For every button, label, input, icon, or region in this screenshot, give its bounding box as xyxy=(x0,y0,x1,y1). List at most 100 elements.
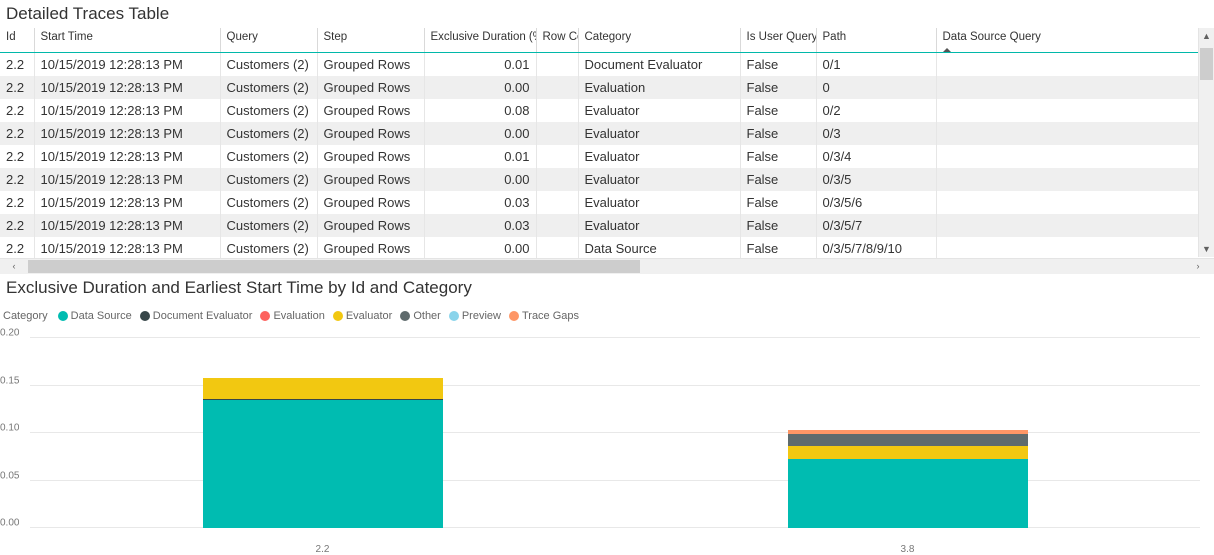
cell-path: 0 xyxy=(816,76,936,99)
cell-query: Customers (2) xyxy=(220,214,317,237)
legend-item-label: Other xyxy=(413,310,441,322)
horizontal-scrollbar-thumb[interactable] xyxy=(28,260,640,273)
cell-query: Customers (2) xyxy=(220,145,317,168)
cell-start_time: 10/15/2019 12:28:13 PM xyxy=(34,99,220,122)
table-horizontal-scrollbar[interactable]: ‹ › xyxy=(0,258,1214,274)
bar-segment-evaluator[interactable] xyxy=(203,378,443,399)
cell-exclusive_duration: 0.00 xyxy=(424,168,536,191)
column-header-label: Start Time xyxy=(41,31,93,43)
cell-step: Grouped Rows xyxy=(317,99,424,122)
cell-category: Evaluation xyxy=(578,76,740,99)
cell-start_time: 10/15/2019 12:28:13 PM xyxy=(34,214,220,237)
cell-id: 2.2 xyxy=(0,53,34,77)
table-row[interactable]: 2.210/15/2019 12:28:13 PMCustomers (2)Gr… xyxy=(0,145,1204,168)
cell-data_source_query xyxy=(936,122,1204,145)
cell-step: Grouped Rows xyxy=(317,53,424,77)
cell-path: 0/3/5/7 xyxy=(816,214,936,237)
cell-is_user_query: False xyxy=(740,145,816,168)
cell-start_time: 10/15/2019 12:28:13 PM xyxy=(34,122,220,145)
column-header-path[interactable]: Path xyxy=(816,28,936,53)
column-header-id[interactable]: Id xyxy=(0,28,34,53)
cell-category: Document Evaluator xyxy=(578,53,740,77)
scroll-up-arrow-icon[interactable]: ▲ xyxy=(1199,28,1214,44)
bar-segment-other[interactable] xyxy=(788,434,1028,446)
column-header-label: Step xyxy=(324,31,348,43)
cell-exclusive_duration: 0.03 xyxy=(424,191,536,214)
column-header-data_source_query[interactable]: Data Source Query xyxy=(936,28,1204,53)
column-header-step[interactable]: Step xyxy=(317,28,424,53)
vertical-scrollbar-thumb[interactable] xyxy=(1200,48,1213,80)
cell-is_user_query: False xyxy=(740,99,816,122)
cell-step: Grouped Rows xyxy=(317,76,424,99)
scroll-down-arrow-icon[interactable]: ▼ xyxy=(1199,241,1214,257)
cell-step: Grouped Rows xyxy=(317,122,424,145)
cell-exclusive_duration: 0.08 xyxy=(424,99,536,122)
cell-id: 2.2 xyxy=(0,214,34,237)
bar-segment-document-evaluator[interactable] xyxy=(203,399,443,400)
cell-is_user_query: False xyxy=(740,168,816,191)
table-row[interactable]: 2.210/15/2019 12:28:13 PMCustomers (2)Gr… xyxy=(0,122,1204,145)
legend-item-label: Preview xyxy=(462,310,501,322)
legend-item[interactable]: Evaluation xyxy=(260,310,324,322)
table-row[interactable]: 2.210/15/2019 12:28:13 PMCustomers (2)Gr… xyxy=(0,237,1204,260)
cell-path: 0/3 xyxy=(816,122,936,145)
cell-row_count xyxy=(536,53,578,77)
traces-table: Id Start Time Query Step Exclusive Duration … xyxy=(0,28,1204,260)
cell-start_time: 10/15/2019 12:28:13 PM xyxy=(34,145,220,168)
legend-item[interactable]: Data Source xyxy=(58,310,132,322)
cell-id: 2.2 xyxy=(0,122,34,145)
table-row[interactable]: 2.210/15/2019 12:28:13 PMCustomers (2)Gr… xyxy=(0,168,1204,191)
table-row[interactable]: 2.210/15/2019 12:28:13 PMCustomers (2)Gr… xyxy=(0,99,1204,122)
legend-item[interactable]: Preview xyxy=(449,310,501,322)
legend-item[interactable]: Evaluator xyxy=(333,310,392,322)
column-header-label: Exclusive Duration (%) xyxy=(431,31,537,43)
scroll-right-arrow-icon[interactable]: › xyxy=(1190,259,1206,274)
cell-query: Customers (2) xyxy=(220,191,317,214)
cell-row_count xyxy=(536,99,578,122)
table-row[interactable]: 2.210/15/2019 12:28:13 PMCustomers (2)Gr… xyxy=(0,76,1204,99)
cell-row_count xyxy=(536,145,578,168)
cell-data_source_query xyxy=(936,214,1204,237)
bar-segment-evaluator[interactable] xyxy=(788,446,1028,458)
column-header-is_user_query[interactable]: Is User Query xyxy=(740,28,816,53)
column-header-query[interactable]: Query xyxy=(220,28,317,53)
cell-is_user_query: False xyxy=(740,191,816,214)
cell-row_count xyxy=(536,237,578,260)
stacked-bar[interactable] xyxy=(788,338,1028,528)
legend-item[interactable]: Other xyxy=(400,310,441,322)
column-header-label: Id xyxy=(6,31,16,43)
cell-data_source_query xyxy=(936,168,1204,191)
legend-item-label: Trace Gaps xyxy=(522,310,579,322)
cell-row_count xyxy=(536,214,578,237)
cell-id: 2.2 xyxy=(0,168,34,191)
legend-color-swatch-icon xyxy=(140,311,150,321)
cell-exclusive_duration: 0.00 xyxy=(424,122,536,145)
table-row[interactable]: 2.210/15/2019 12:28:13 PMCustomers (2)Gr… xyxy=(0,53,1204,77)
table-row[interactable]: 2.210/15/2019 12:28:13 PMCustomers (2)Gr… xyxy=(0,191,1204,214)
y-axis-tick-label: 0.10 xyxy=(0,423,28,434)
column-header-start_time[interactable]: Start Time xyxy=(34,28,220,53)
bar-segment-trace-gaps[interactable] xyxy=(788,430,1028,434)
legend-item[interactable]: Document Evaluator xyxy=(140,310,253,322)
bar-segment-data-source[interactable] xyxy=(203,400,443,528)
cell-step: Grouped Rows xyxy=(317,145,424,168)
column-header-category[interactable]: Category xyxy=(578,28,740,53)
bar-segment-data-source[interactable] xyxy=(788,459,1028,528)
table-row[interactable]: 2.210/15/2019 12:28:13 PMCustomers (2)Gr… xyxy=(0,214,1204,237)
cell-step: Grouped Rows xyxy=(317,168,424,191)
table-vertical-scrollbar[interactable]: ▲ ▼ xyxy=(1198,28,1214,257)
cell-id: 2.2 xyxy=(0,145,34,168)
cell-category: Evaluator xyxy=(578,168,740,191)
legend-item[interactable]: Trace Gaps xyxy=(509,310,579,322)
x-axis-tick-label: 3.8 xyxy=(901,544,915,555)
column-header-row_count[interactable]: Row Count xyxy=(536,28,578,53)
cell-start_time: 10/15/2019 12:28:13 PM xyxy=(34,237,220,260)
stacked-bar[interactable] xyxy=(203,338,443,528)
legend-color-swatch-icon xyxy=(260,311,270,321)
table-scroll-area[interactable]: Id Start Time Query Step Exclusive Duration … xyxy=(0,28,1214,258)
column-header-exclusive_duration[interactable]: Exclusive Duration (%) xyxy=(424,28,536,53)
column-header-label: Data Source Query xyxy=(943,31,1041,43)
cell-path: 0/3/5/7/8/9/10 xyxy=(816,237,936,260)
column-header-label: Category xyxy=(585,31,632,43)
scroll-left-arrow-icon[interactable]: ‹ xyxy=(6,259,22,274)
